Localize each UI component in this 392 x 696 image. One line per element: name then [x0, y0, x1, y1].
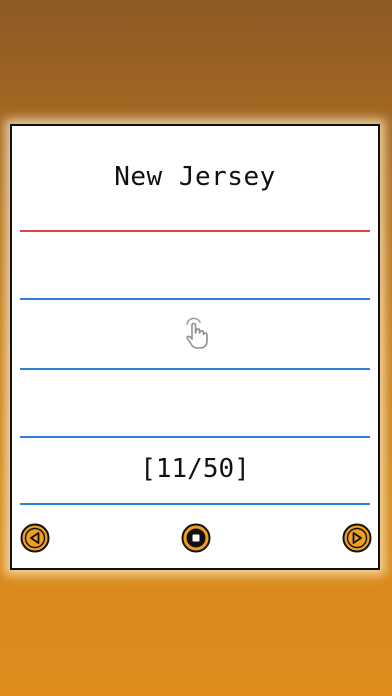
- ruled-line: [20, 436, 370, 438]
- next-button[interactable]: [342, 523, 372, 553]
- previous-button[interactable]: [20, 523, 50, 553]
- header-divider: [20, 230, 370, 232]
- stop-icon: [181, 523, 211, 553]
- previous-icon: [20, 523, 50, 553]
- tap-hand-icon[interactable]: [182, 316, 212, 350]
- progress-counter: [11/50]: [140, 454, 250, 484]
- ruled-line: [20, 298, 370, 300]
- next-icon: [342, 523, 372, 553]
- card-title: New Jersey: [114, 162, 276, 192]
- ruled-line: [20, 368, 370, 370]
- ruled-line: [20, 503, 370, 505]
- flash-card: New Jersey [11/50]: [10, 124, 380, 570]
- stop-button[interactable]: [181, 523, 211, 553]
